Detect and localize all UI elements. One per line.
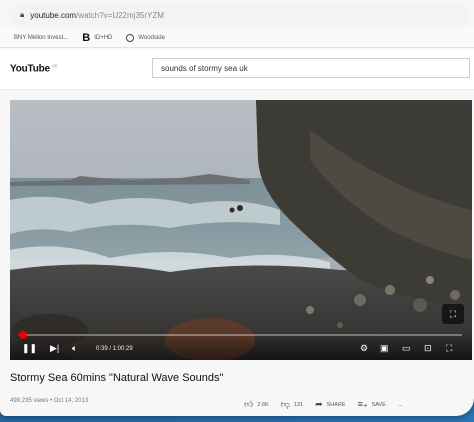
thumbs-down-icon: 👎︎ xyxy=(280,399,290,409)
share-button[interactable]: ➦ SHARE xyxy=(315,399,346,410)
pause-icon[interactable]: ❚❚ xyxy=(22,342,37,354)
browser-window: 🔒︎ youtube.com/watch?v=U22mj35rYZM BNY M… xyxy=(0,0,474,416)
lock-icon: 🔒︎ xyxy=(20,10,25,19)
b-logo-icon: B xyxy=(82,31,91,44)
dislike-button[interactable]: 👎︎ 131 xyxy=(281,399,303,410)
globe-icon xyxy=(126,33,135,42)
playlist-add-icon: ≡₊ xyxy=(357,399,368,409)
cast-icon[interactable]: ⊡ xyxy=(424,342,432,354)
video-actions: 👍︎ 2.6K 👎︎ 131 ➦ SHARE ≡₊ SAVE ... xyxy=(244,399,414,410)
photo-frame: 🔒︎ youtube.com/watch?v=U22mj35rYZM BNY M… xyxy=(0,0,474,422)
dislike-count: 131 xyxy=(293,401,304,408)
search-value: sounds of stormy sea uk xyxy=(161,63,248,73)
progress-bar[interactable] xyxy=(18,331,462,339)
logo-text: YouTube xyxy=(10,63,50,75)
miniplayer-icon[interactable]: ⛶ xyxy=(442,304,464,324)
url-text[interactable]: youtube.com/watch?v=U22mj35rYZM xyxy=(30,11,164,20)
volume-icon[interactable]: 🔈︎ xyxy=(72,342,77,354)
more-icon: ... xyxy=(397,401,403,408)
video-meta: 499,235 views • Oct 14, 2013 xyxy=(10,398,89,404)
share-label: SHARE xyxy=(326,401,346,408)
search-input[interactable]: sounds of stormy sea uk xyxy=(152,58,470,78)
bookmarks-bar: BNY Mellon Invest... B ID+HD Woodside xyxy=(0,28,474,48)
bookmark-idhd[interactable]: B ID+HD xyxy=(82,32,112,44)
like-count: 2.6K xyxy=(257,401,269,408)
url-host: youtube.com xyxy=(30,10,77,20)
miniplayer-icon[interactable]: ▣ xyxy=(380,342,389,354)
bookmark-bny[interactable]: BNY Mellon Invest... xyxy=(14,35,68,41)
bookmark-label: Woodside xyxy=(138,34,165,41)
video-frame xyxy=(10,100,472,360)
youtube-header: YouTube GB sounds of stormy sea uk xyxy=(0,50,474,90)
settings-icon[interactable]: ⚙ xyxy=(360,342,368,354)
progress-knob[interactable] xyxy=(18,331,27,339)
bookmark-woodside[interactable]: Woodside xyxy=(126,33,165,42)
address-bar[interactable]: 🔒︎ youtube.com/watch?v=U22mj35rYZM xyxy=(8,4,470,26)
theater-icon[interactable]: ▭ xyxy=(402,342,411,354)
bookmark-label: BNY Mellon Invest... xyxy=(14,34,69,41)
save-button[interactable]: ≡₊ SAVE xyxy=(358,399,386,410)
video-title: Stormy Sea 60mins "Natural Wave Sounds" xyxy=(10,372,224,384)
share-icon: ➦ xyxy=(315,399,323,409)
next-icon[interactable]: ▶| xyxy=(50,342,59,354)
bookmark-label: ID+HD xyxy=(94,34,113,41)
player-controls: ❚❚ ▶| 🔈︎ 0:39 / 1:00:29 ⚙ ▣ ▭ ⊡ ⛶ xyxy=(10,331,472,360)
url-path: /watch?v=U22mj35rYZM xyxy=(76,10,164,20)
time-display: 0:39 / 1:00:29 xyxy=(96,346,133,352)
logo-region: GB xyxy=(51,63,58,68)
youtube-logo[interactable]: YouTube GB xyxy=(10,63,57,74)
thumbs-up-icon: 👍︎ xyxy=(244,399,254,409)
like-button[interactable]: 👍︎ 2.6K xyxy=(244,399,269,410)
fullscreen-icon[interactable]: ⛶ xyxy=(446,342,452,354)
video-player[interactable]: ⛶ ❚❚ ▶| 🔈︎ 0:39 / 1:00:29 ⚙ ▣ ▭ ⊡ ⛶ xyxy=(10,100,472,360)
more-button[interactable]: ... xyxy=(398,402,403,408)
save-label: SAVE xyxy=(371,401,386,408)
